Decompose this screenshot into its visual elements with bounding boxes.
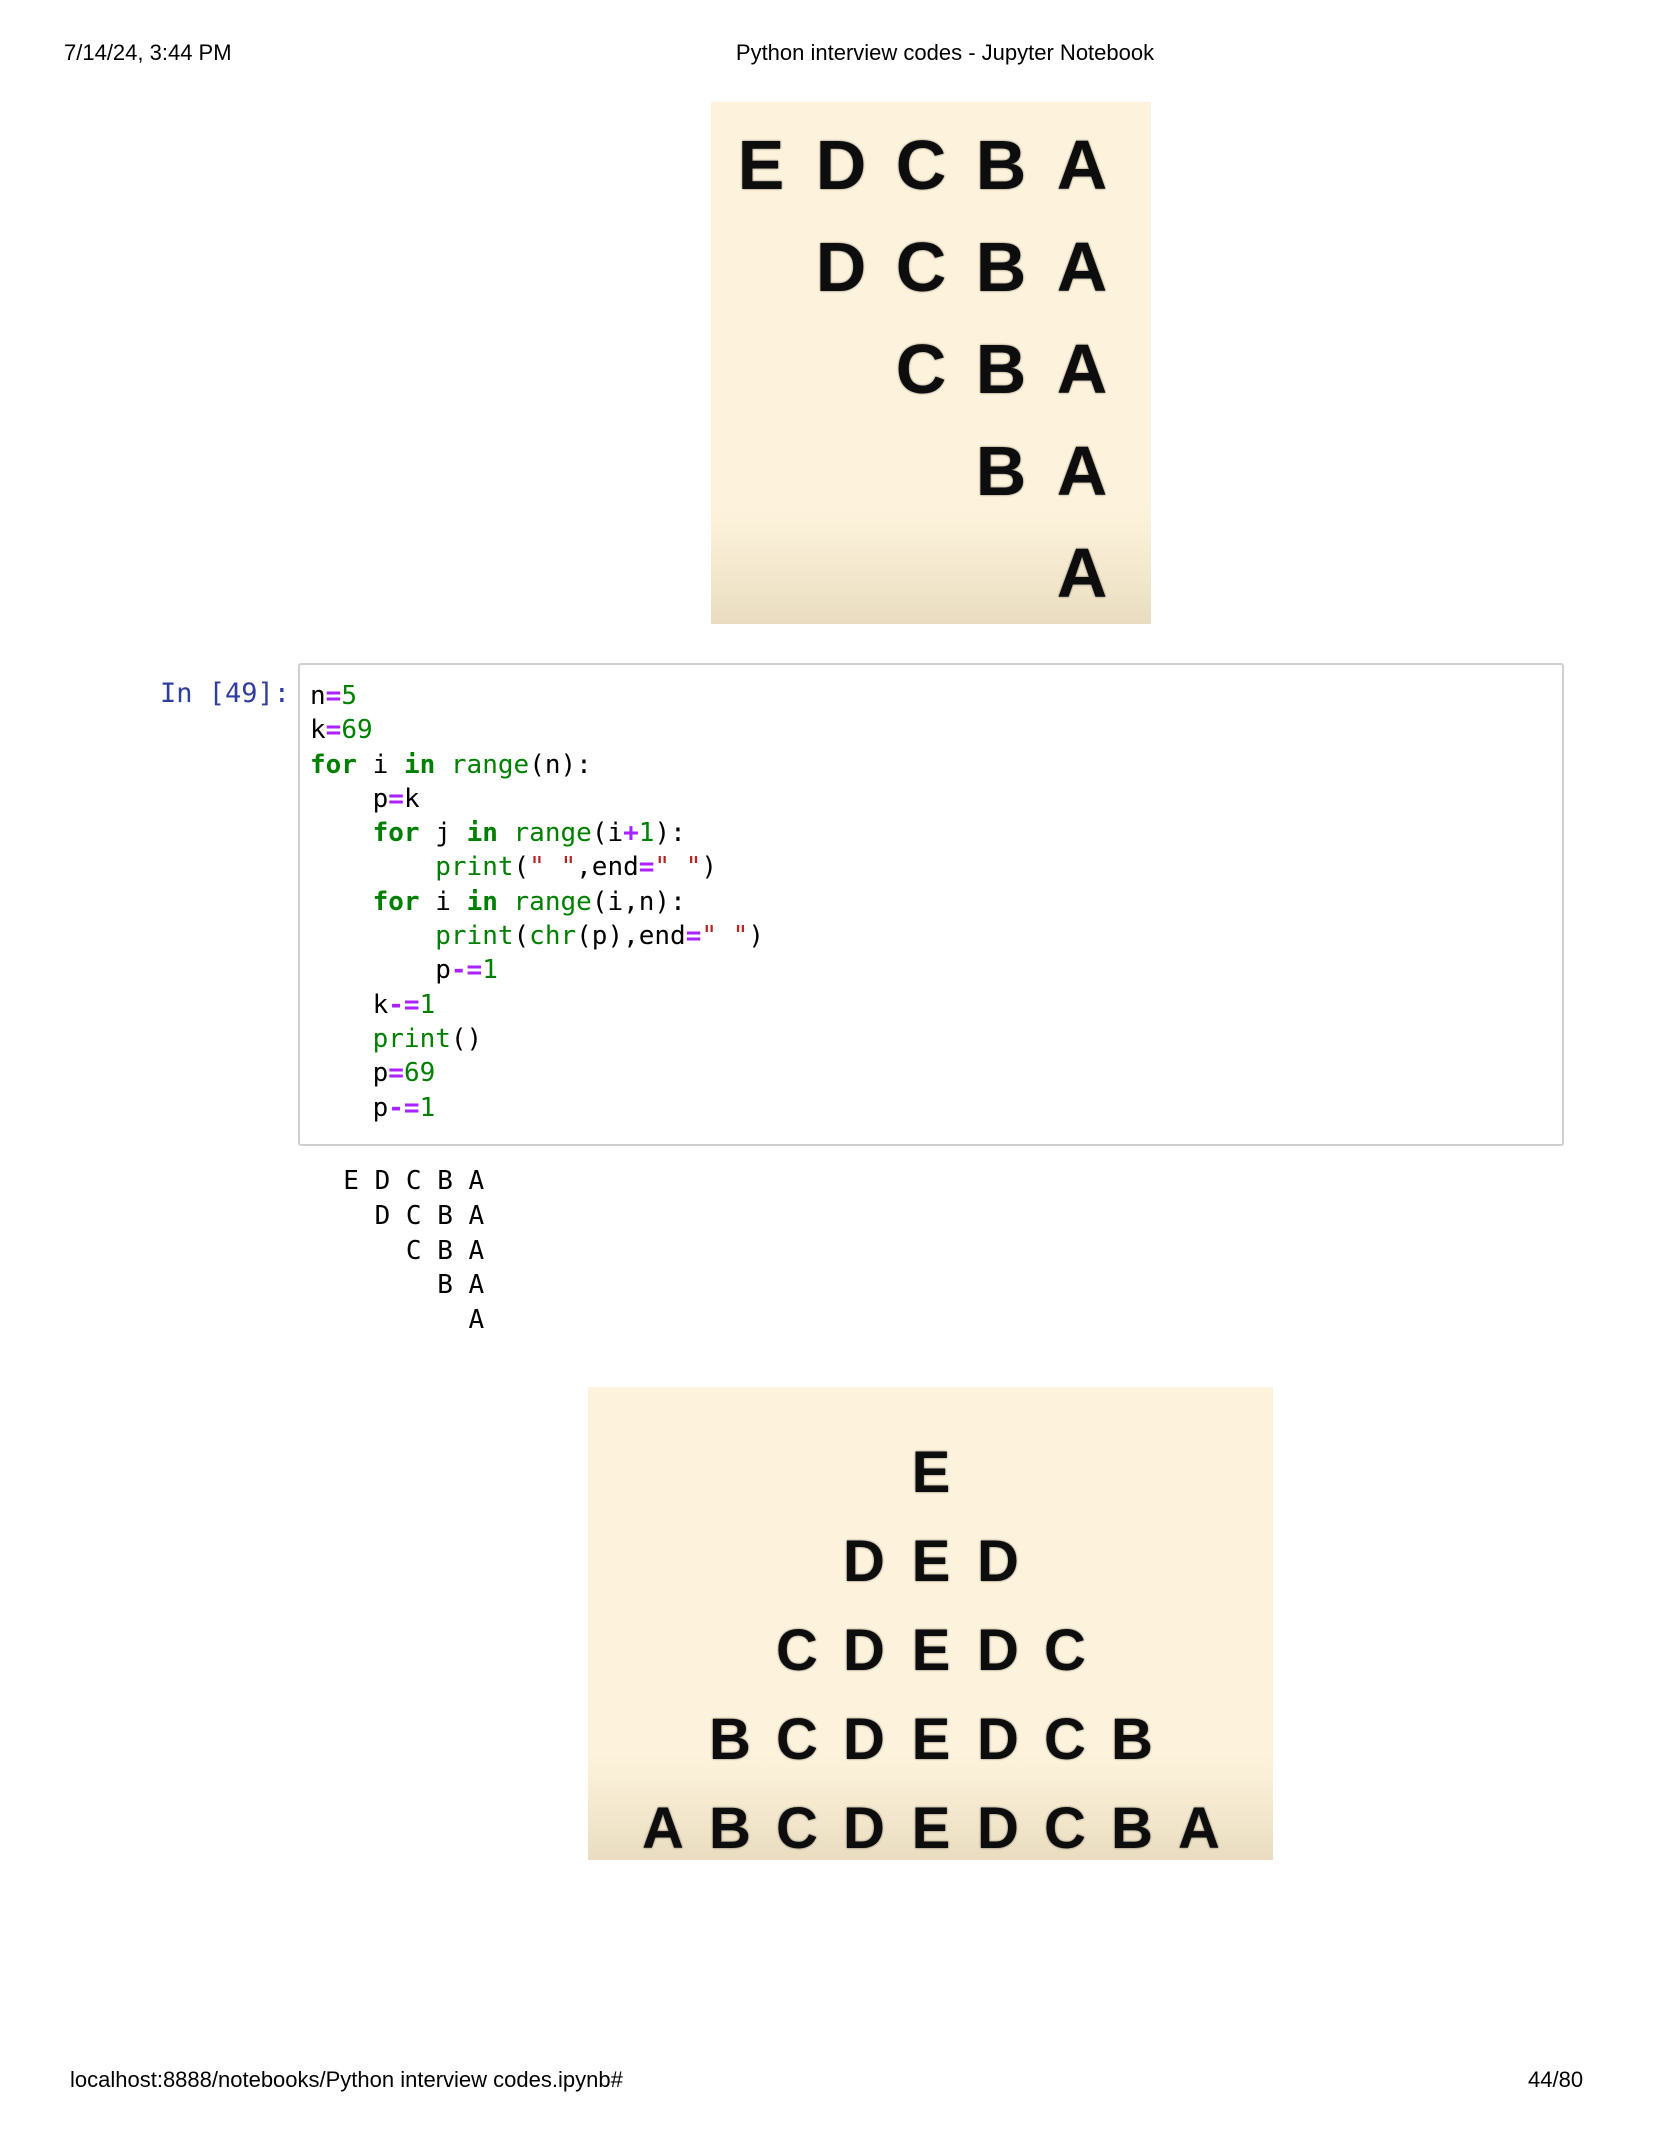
cell-output: E D C B A D C B A C B A B A A xyxy=(312,1164,500,1338)
output-line: C B A xyxy=(312,1235,500,1266)
pattern-letter: C xyxy=(895,330,947,408)
pattern-letter: D xyxy=(843,1618,885,1683)
pattern-letter: E xyxy=(911,1440,951,1505)
pattern-letter: A xyxy=(1178,1796,1220,1860)
pattern-letter: D xyxy=(977,1707,1019,1772)
pattern-letter: C xyxy=(776,1618,818,1683)
code-line: k=69 xyxy=(310,715,373,746)
pattern-letter: A xyxy=(1056,432,1108,510)
pattern-letter: B xyxy=(975,126,1027,204)
code-line: p-=1 xyxy=(310,1092,436,1123)
code-line: for j in range(i+1): xyxy=(372,818,686,849)
pattern-letter: D xyxy=(843,1796,885,1860)
code-line: print(chr(p),end=" ") xyxy=(435,921,764,952)
cell-input-prompt: In [49]: xyxy=(160,678,291,709)
pattern-letter: C xyxy=(895,126,947,204)
pattern-letter: E xyxy=(911,1618,951,1683)
pattern-letter: D xyxy=(977,1529,1019,1594)
pattern-letter: C xyxy=(776,1707,818,1772)
code-line: p=69 xyxy=(310,1058,436,1089)
pattern-letter: D xyxy=(815,126,867,204)
output-line: E D C B A xyxy=(312,1166,500,1196)
pattern-letter: D xyxy=(977,1796,1019,1860)
pattern-letter: B xyxy=(1111,1796,1153,1860)
pattern-letter: B xyxy=(975,432,1027,510)
print-page-number: 44/80 xyxy=(1528,2067,1584,2092)
pattern-letter: D xyxy=(843,1707,885,1772)
pattern-letter: D xyxy=(815,228,867,306)
pattern-letter: A xyxy=(1056,330,1108,408)
pattern-letter: B xyxy=(975,228,1027,306)
pattern-letter: D xyxy=(977,1618,1019,1683)
pattern-letter: B xyxy=(709,1707,751,1772)
pattern-letter: B xyxy=(975,330,1027,408)
code-line: k-=1 xyxy=(310,989,436,1020)
pattern-image-palindrome-pyramid: E D E D C D E D C B C D E D C B A B C D … xyxy=(588,1387,1273,1860)
code-line: for i in range(i,n): xyxy=(372,886,686,917)
pattern-letter: A xyxy=(1056,228,1108,306)
pattern-image-reverse-alphabet: E D C B A D C B A C B A B A A xyxy=(711,102,1151,624)
pattern-letter: A xyxy=(642,1796,684,1860)
pattern-letter: E xyxy=(737,126,785,204)
pattern-letter: A xyxy=(1056,534,1108,612)
pattern-letter: C xyxy=(895,228,947,306)
print-page-title: Python interview codes - Jupyter Noteboo… xyxy=(735,40,1155,65)
output-line: A xyxy=(312,1305,500,1336)
code-line: n=5 xyxy=(310,681,357,711)
code-line: p-=1 xyxy=(310,955,498,986)
pattern-letter: B xyxy=(1111,1707,1153,1772)
pattern-letter: A xyxy=(1056,126,1108,204)
output-line: B A xyxy=(312,1270,500,1301)
pattern-letter: C xyxy=(1044,1796,1086,1860)
code-line: for i in range(n): xyxy=(310,749,592,780)
code-line: p=k xyxy=(310,783,420,814)
pattern-letter: E xyxy=(911,1707,951,1772)
pattern-letter: E xyxy=(911,1796,951,1860)
print-url: localhost:8888/notebooks/Python intervie… xyxy=(70,2067,623,2092)
pattern-letter: E xyxy=(911,1529,951,1594)
pattern-letter: B xyxy=(709,1796,751,1860)
pattern-letter: C xyxy=(1044,1707,1086,1772)
pattern-letter: C xyxy=(1044,1618,1086,1683)
pattern-letter: D xyxy=(843,1529,885,1594)
code-block: n=5 k=69 for i in range(n): p=k for j in… xyxy=(310,679,764,1125)
code-cell-input[interactable]: n=5 k=69 for i in range(n): p=k for j in… xyxy=(298,663,1564,1146)
code-line: print() xyxy=(372,1023,483,1054)
code-line: print(" ",end=" ") xyxy=(435,852,718,883)
pattern-letter: C xyxy=(776,1796,818,1860)
output-line: D C B A xyxy=(312,1200,500,1231)
